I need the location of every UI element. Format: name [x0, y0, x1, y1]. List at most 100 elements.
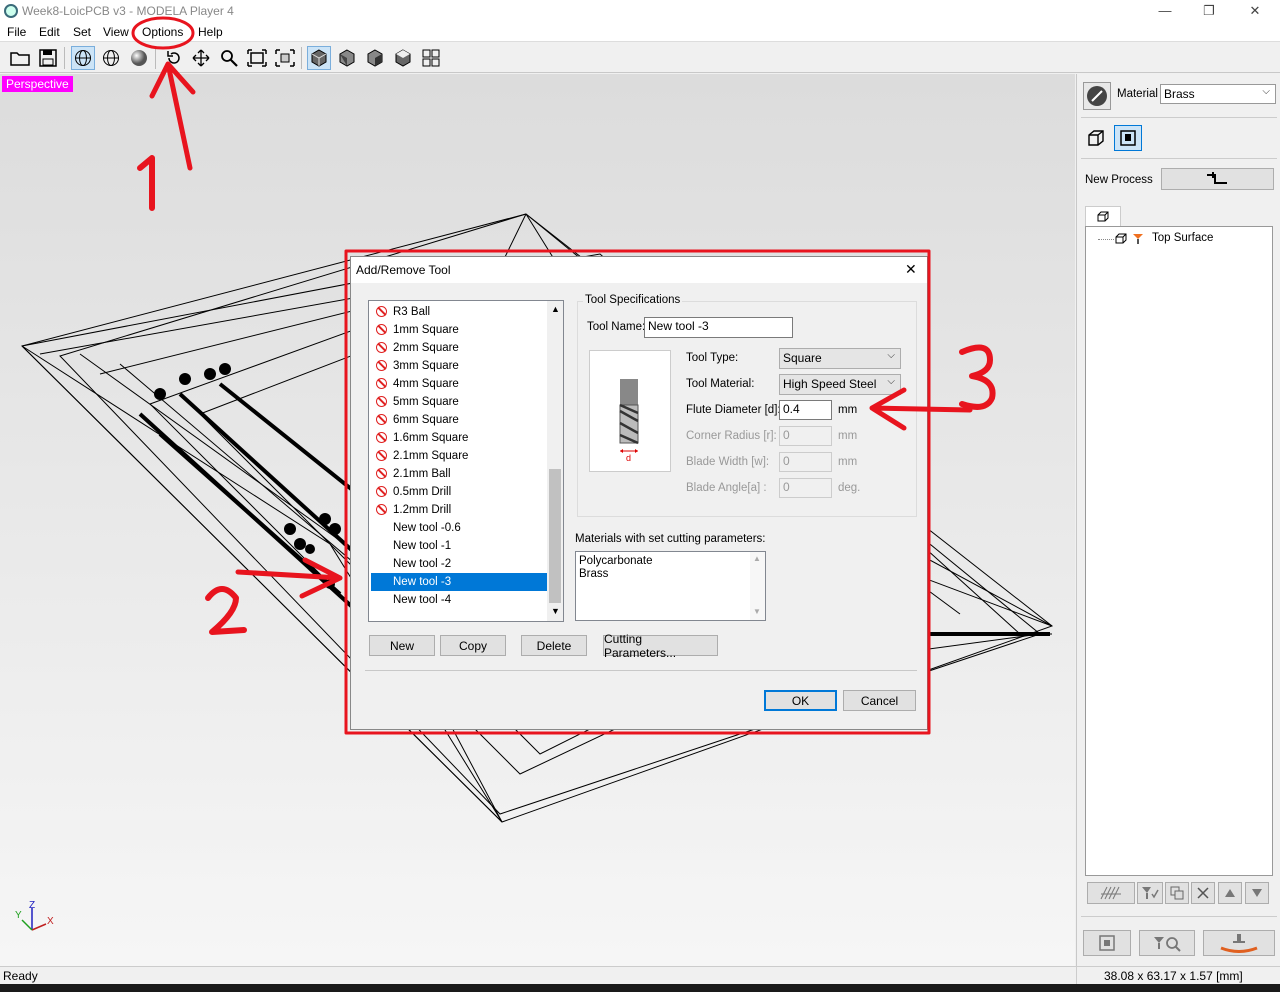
- corner-radius-unit: mm: [838, 430, 858, 442]
- new-tool-button[interactable]: New: [369, 635, 435, 656]
- tool-name-input[interactable]: New tool -3: [644, 317, 793, 338]
- materials-list[interactable]: Polycarbonate Brass ▲ ▼: [575, 551, 766, 621]
- shaded-sphere-icon[interactable]: [127, 46, 151, 70]
- cancel-button[interactable]: Cancel: [843, 690, 916, 711]
- process-panel: Material Brass ⌵ New Process Top Surface: [1076, 74, 1280, 966]
- axis-indicator: Z X Y: [15, 900, 54, 931]
- blade-angle-unit: deg.: [838, 482, 861, 494]
- flute-diameter-label: Flute Diameter [d]:: [686, 404, 781, 416]
- tool-name: 1.2mm Drill: [393, 504, 452, 516]
- pan-icon[interactable]: [189, 46, 213, 70]
- front-view-icon[interactable]: [335, 46, 359, 70]
- blade-width-label: Blade Width [w]:: [686, 456, 770, 468]
- process-tab[interactable]: [1085, 206, 1121, 226]
- menu-file[interactable]: File: [7, 25, 26, 39]
- iso-view-icon[interactable]: [307, 46, 331, 70]
- tool-list-item[interactable]: New tool -4: [371, 591, 547, 609]
- cut-icon[interactable]: [1203, 930, 1275, 956]
- new-process-button[interactable]: [1161, 168, 1274, 190]
- delete-icon[interactable]: [1191, 882, 1215, 904]
- tool-list-item[interactable]: R3 Ball: [371, 303, 547, 321]
- no-entry-icon: [376, 450, 387, 461]
- tool-name: 1.6mm Square: [393, 432, 469, 444]
- hatch-icon[interactable]: [1087, 882, 1135, 904]
- tool-material-label: Tool Material:: [686, 378, 755, 390]
- add-remove-tool-dialog: Add/Remove Tool ✕ R3 Ball 1mm Square 2mm S…: [350, 256, 928, 730]
- move-down-icon[interactable]: [1245, 882, 1269, 904]
- materials-scrollbar[interactable]: ▲ ▼: [750, 552, 765, 620]
- tool-list-item[interactable]: 2.1mm Ball: [371, 465, 547, 483]
- menu-set[interactable]: Set: [73, 25, 91, 39]
- tool-list-item[interactable]: 5mm Square: [371, 393, 547, 411]
- zoom-box-icon[interactable]: [273, 46, 297, 70]
- dialog-title-bar: Add/Remove Tool ✕: [351, 257, 927, 283]
- process-view-icon[interactable]: [1114, 125, 1142, 151]
- materials-list-item[interactable]: Polycarbonate: [579, 555, 653, 567]
- model-view-icon[interactable]: [1083, 125, 1109, 151]
- minimize-button[interactable]: —: [1150, 2, 1180, 20]
- cutting-parameters-button[interactable]: Cutting Parameters...: [603, 632, 718, 660]
- process-tree[interactable]: Top Surface: [1085, 226, 1273, 876]
- tool-check-icon[interactable]: [1137, 882, 1163, 904]
- no-entry-icon: [376, 306, 387, 317]
- rotate-icon[interactable]: [162, 46, 186, 70]
- tool-list-item[interactable]: 2.1mm Square: [371, 447, 547, 465]
- flute-diameter-input[interactable]: 0.4: [779, 400, 832, 420]
- tool-list-item[interactable]: 4mm Square: [371, 375, 547, 393]
- blade-width-input: 0: [779, 452, 832, 472]
- tool-list-item[interactable]: New tool -0.6: [371, 519, 547, 537]
- tool-name: 2mm Square: [393, 342, 459, 354]
- tool-list-item[interactable]: New tool -3: [371, 573, 547, 591]
- tool-list-scrollbar[interactable]: ▲ ▼: [547, 301, 563, 621]
- tool-type-select[interactable]: Square ⌵: [779, 348, 901, 369]
- copy-tool-button[interactable]: Copy: [440, 635, 506, 656]
- tool-list-item[interactable]: New tool -2: [371, 555, 547, 573]
- close-window-button[interactable]: ✕: [1240, 2, 1270, 20]
- tool-list-item[interactable]: 6mm Square: [371, 411, 547, 429]
- zoom-icon[interactable]: [217, 46, 241, 70]
- materials-list-item[interactable]: Brass: [579, 568, 608, 580]
- material-icon[interactable]: [1083, 82, 1111, 110]
- save-icon[interactable]: [36, 46, 60, 70]
- multi-view-icon[interactable]: [419, 46, 443, 70]
- dialog-close-button[interactable]: ✕: [905, 261, 917, 278]
- ok-button[interactable]: OK: [764, 690, 837, 711]
- tool-list-item[interactable]: 1.2mm Drill: [371, 501, 547, 519]
- simulate-icon[interactable]: [1139, 930, 1195, 956]
- side-view-icon[interactable]: [363, 46, 387, 70]
- open-folder-icon[interactable]: [8, 46, 32, 70]
- no-entry-icon: [376, 468, 387, 479]
- tool-list-item[interactable]: New tool -1: [371, 537, 547, 555]
- tool-list-item[interactable]: 2mm Square: [371, 339, 547, 357]
- new-process-label: New Process: [1085, 174, 1153, 186]
- menu-help[interactable]: Help: [198, 25, 223, 39]
- globe-icon[interactable]: [99, 46, 123, 70]
- material-select[interactable]: Brass ⌵: [1160, 84, 1276, 104]
- app-icon[interactable]: [4, 4, 18, 18]
- menu-edit[interactable]: Edit: [39, 25, 60, 39]
- process-item[interactable]: Top Surface: [1152, 232, 1213, 244]
- tool-list[interactable]: R3 Ball 1mm Square 2mm Square 3mm Square 4mm…: [368, 300, 564, 622]
- tool-name: 1mm Square: [393, 324, 459, 336]
- tool-list-item[interactable]: 1mm Square: [371, 321, 547, 339]
- menu-options[interactable]: Options: [142, 25, 183, 39]
- tool-name: New tool -1: [393, 540, 452, 552]
- preview-icon[interactable]: [1083, 930, 1131, 956]
- tool-name: 5mm Square: [393, 396, 459, 408]
- fit-view-icon[interactable]: [245, 46, 269, 70]
- wireframe-globe-icon[interactable]: [71, 46, 95, 70]
- move-up-icon[interactable]: [1218, 882, 1242, 904]
- tool-list-item[interactable]: 0.5mm Drill: [371, 483, 547, 501]
- tool-list-item[interactable]: 3mm Square: [371, 357, 547, 375]
- taskbar: [0, 984, 1280, 992]
- menu-view[interactable]: View: [103, 25, 129, 39]
- restore-button[interactable]: ❐: [1194, 2, 1224, 20]
- scroll-thumb[interactable]: [549, 469, 561, 603]
- top-view-icon[interactable]: [391, 46, 415, 70]
- delete-tool-button[interactable]: Delete: [521, 635, 587, 656]
- process-tab-icon: [1097, 211, 1109, 221]
- tool-name-label: Tool Name:: [587, 321, 646, 333]
- tool-list-item[interactable]: 1.6mm Square: [371, 429, 547, 447]
- tool-material-select[interactable]: High Speed Steel ⌵: [779, 374, 901, 395]
- copy-icon[interactable]: [1165, 882, 1189, 904]
